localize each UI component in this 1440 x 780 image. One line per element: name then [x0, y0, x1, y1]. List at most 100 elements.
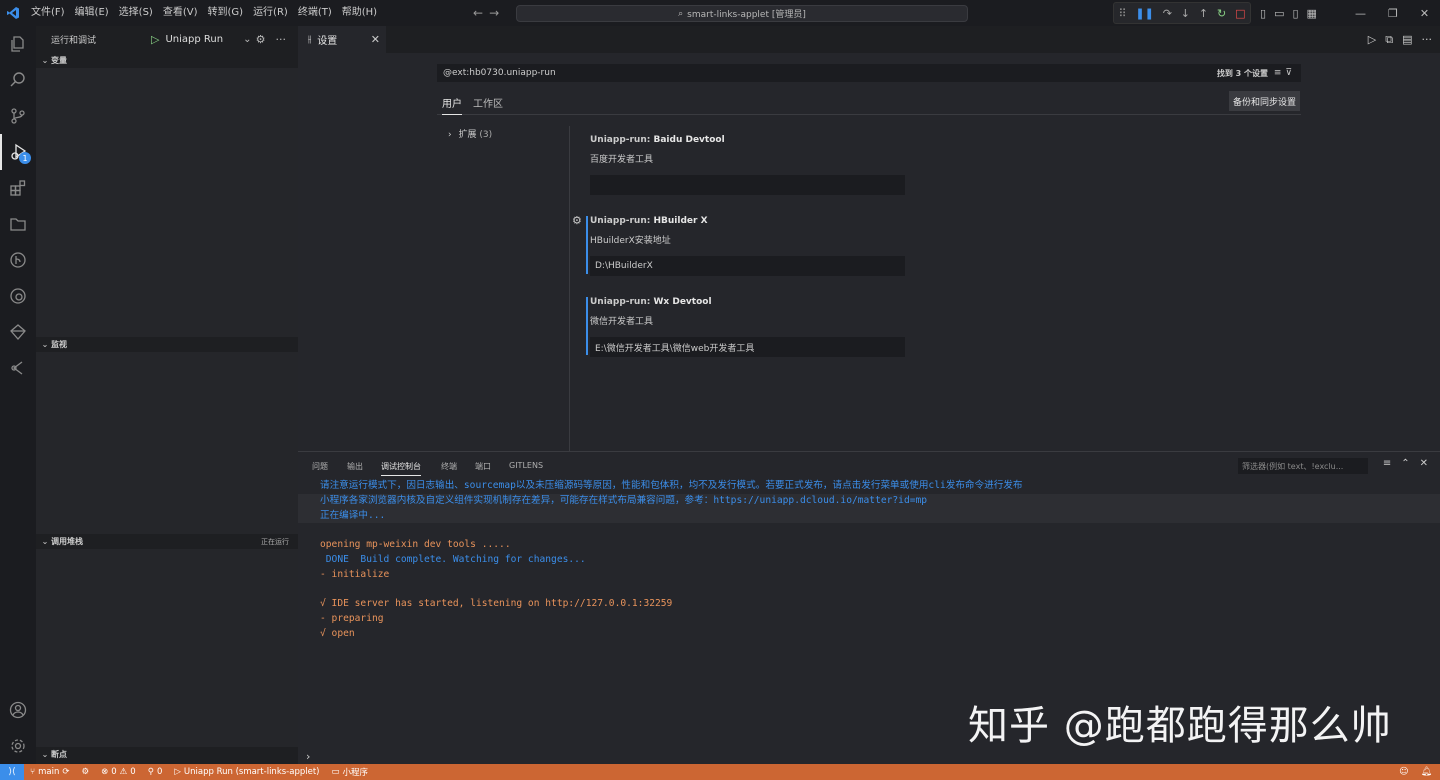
maximize-panel-icon[interactable]: ⌃: [1401, 458, 1409, 469]
hbuilderx-path-input[interactable]: D:\HBuilderX: [590, 256, 905, 276]
search-icon: ⌕: [678, 8, 684, 19]
setting-gear-icon[interactable]: ⚙: [572, 214, 582, 227]
forward-arrow-icon[interactable]: →: [489, 6, 499, 20]
ports-item[interactable]: ⚲ 0: [142, 767, 169, 777]
tab-settings[interactable]: ⫲ 设置 ✕: [298, 26, 386, 53]
account-icon[interactable]: [0, 692, 36, 728]
run-config-status-label: Uniapp Run (smart-links-applet): [183, 767, 320, 777]
drag-handle-icon[interactable]: ⠿: [1118, 7, 1126, 20]
settings-toc-extensions[interactable]: › 扩展 (3): [448, 127, 492, 140]
editor-actions: ▷ ⧉ ▤ ···: [1368, 26, 1432, 53]
explorer-icon[interactable]: [0, 26, 36, 62]
console-line: - initialize: [320, 568, 390, 580]
command-center[interactable]: ⌕ smart-links-applet [管理员]: [516, 5, 968, 22]
feedback-icon[interactable]: ☺: [1399, 767, 1408, 777]
variables-panel: [36, 68, 298, 337]
filter-icon[interactable]: ≡⊽: [1274, 68, 1296, 78]
notifications-icon[interactable]: 🔔︎: [1421, 767, 1432, 777]
menu-view[interactable]: 查看(V): [158, 0, 203, 26]
tab-problems[interactable]: 问题: [312, 461, 328, 472]
sync-icon: ⟳: [62, 767, 70, 777]
settings-search-input[interactable]: @ext:hb0730.uniapp-run 找到 3 个设置 ≡⊽: [437, 64, 1301, 82]
run-config-status[interactable]: ▷ Uniapp Run (smart-links-applet): [168, 767, 325, 777]
branch-item[interactable]: ⑂ main ⟳: [24, 767, 75, 777]
toggle-secondary-sidebar-icon[interactable]: ▯: [1292, 7, 1298, 20]
mini-program-item[interactable]: ▭ 小程序: [325, 766, 374, 778]
warning-count: 0: [130, 767, 136, 777]
manage-gear-icon[interactable]: [0, 728, 36, 764]
more-icon[interactable]: ···: [276, 33, 287, 46]
restart-icon[interactable]: ↻: [1217, 7, 1226, 20]
watch-panel: [36, 352, 298, 534]
panel-tabs: 问题 输出 调试控制台 终端 端口 GITLENS 筛选器(例如 text、!e…: [298, 452, 1440, 480]
run-config-selector[interactable]: ▷ Uniapp Run ⌄: [151, 26, 251, 53]
source-control-icon[interactable]: [0, 98, 36, 134]
step-into-icon[interactable]: ↓: [1181, 7, 1190, 20]
back-arrow-icon[interactable]: ←: [473, 6, 483, 20]
close-panel-icon[interactable]: ✕: [1420, 458, 1428, 469]
menu-help[interactable]: 帮助(H): [337, 0, 382, 26]
menu-edit[interactable]: 编辑(E): [70, 0, 114, 26]
run-debug-icon[interactable]: 1: [0, 134, 36, 170]
callstack-section-header[interactable]: ⌄ 调用堆栈 正在运行: [36, 534, 298, 549]
step-over-icon[interactable]: ↷: [1163, 7, 1172, 20]
folder-icon[interactable]: [0, 206, 36, 242]
close-icon[interactable]: ✕: [371, 33, 380, 46]
console-filter-input[interactable]: 筛选器(例如 text、!exclu...: [1238, 458, 1368, 474]
extensions-icon[interactable]: [0, 170, 36, 206]
stop-icon[interactable]: □: [1235, 7, 1245, 20]
backup-sync-button[interactable]: 备份和同步设置: [1228, 91, 1300, 111]
tab-output[interactable]: 输出: [347, 461, 363, 472]
remote-icon[interactable]: ⟩⟨: [0, 764, 24, 780]
wx-devtool-path-input[interactable]: E:\微信开发者工具\微信web开发者工具: [590, 337, 905, 357]
gear-icon[interactable]: ⚙: [256, 33, 266, 46]
problems-item[interactable]: ⊗ 0 ⚠ 0: [95, 767, 142, 777]
run-icon[interactable]: ▷: [1368, 33, 1376, 46]
editor-area: ⫲ 设置 ✕ ▷ ⧉ ▤ ··· @ext:hb0730.uniapp-run …: [298, 26, 1440, 451]
sidebar-title: 运行和调试: [51, 36, 97, 46]
tab-terminal[interactable]: 终端: [441, 461, 457, 472]
tab-gitlens[interactable]: GITLENS: [509, 461, 543, 470]
gitlens-inspect-icon[interactable]: [0, 278, 36, 314]
tab-workspace[interactable]: 工作区: [473, 95, 503, 110]
menu-run[interactable]: 运行(R): [248, 0, 293, 26]
watch-section-header[interactable]: ⌄ 监视: [36, 337, 298, 352]
debug-status-icon[interactable]: ⚙: [75, 767, 95, 777]
baidu-devtool-input[interactable]: [590, 175, 905, 195]
tab-user[interactable]: 用户: [442, 95, 462, 115]
tab-debug-console[interactable]: 调试控制台: [381, 461, 421, 476]
editor-tabs: ⫲ 设置 ✕ ▷ ⧉ ▤ ···: [298, 26, 1440, 53]
tab-ports[interactable]: 端口: [475, 461, 491, 472]
menu-go[interactable]: 转到(G): [203, 0, 249, 26]
toggle-sidebar-icon[interactable]: ▯: [1260, 7, 1266, 20]
menu-terminal[interactable]: 终端(T): [293, 0, 337, 26]
variables-section-header[interactable]: ⌄ 变量: [36, 53, 298, 68]
close-window-icon[interactable]: ✕: [1420, 7, 1429, 20]
command-center-label: smart-links-applet [管理员]: [687, 10, 806, 20]
clear-console-icon[interactable]: ≡: [1383, 458, 1391, 469]
run-config-label[interactable]: Uniapp Run: [165, 34, 223, 45]
chevron-right-icon[interactable]: ›: [306, 750, 310, 763]
menu-file[interactable]: 文件(F): [26, 0, 70, 26]
timeline-icon[interactable]: [0, 350, 36, 386]
split-editor-icon[interactable]: ▤: [1402, 33, 1412, 46]
callstack-status: 正在运行: [261, 537, 289, 546]
deploy-icon[interactable]: [0, 314, 36, 350]
breakpoints-section-header[interactable]: ⌄ 断点: [36, 747, 298, 762]
minimize-icon[interactable]: —: [1355, 7, 1366, 20]
more-icon[interactable]: ···: [1422, 33, 1433, 46]
search-icon[interactable]: [0, 62, 36, 98]
console-line: 小程序各家浏览器内核及自定义组件实现机制存在差异，可能存在样式布局兼容问题，参考…: [298, 493, 1440, 509]
gitlens-icon[interactable]: [0, 242, 36, 278]
step-out-icon[interactable]: ↑: [1199, 7, 1208, 20]
title-bar: 文件(F) 编辑(E) 选择(S) 查看(V) 转到(G) 运行(R) 终端(T…: [0, 0, 1440, 26]
toggle-panel-icon[interactable]: ▭: [1274, 7, 1284, 20]
chevron-down-icon[interactable]: ⌄: [243, 34, 251, 45]
pause-icon[interactable]: ❚❚: [1135, 7, 1153, 20]
menu-selection[interactable]: 选择(S): [114, 0, 158, 26]
open-json-icon[interactable]: ⧉: [1385, 33, 1393, 47]
play-icon[interactable]: ▷: [151, 33, 159, 46]
customize-layout-icon[interactable]: ▦: [1307, 7, 1317, 20]
restore-icon[interactable]: ❐: [1388, 7, 1398, 20]
